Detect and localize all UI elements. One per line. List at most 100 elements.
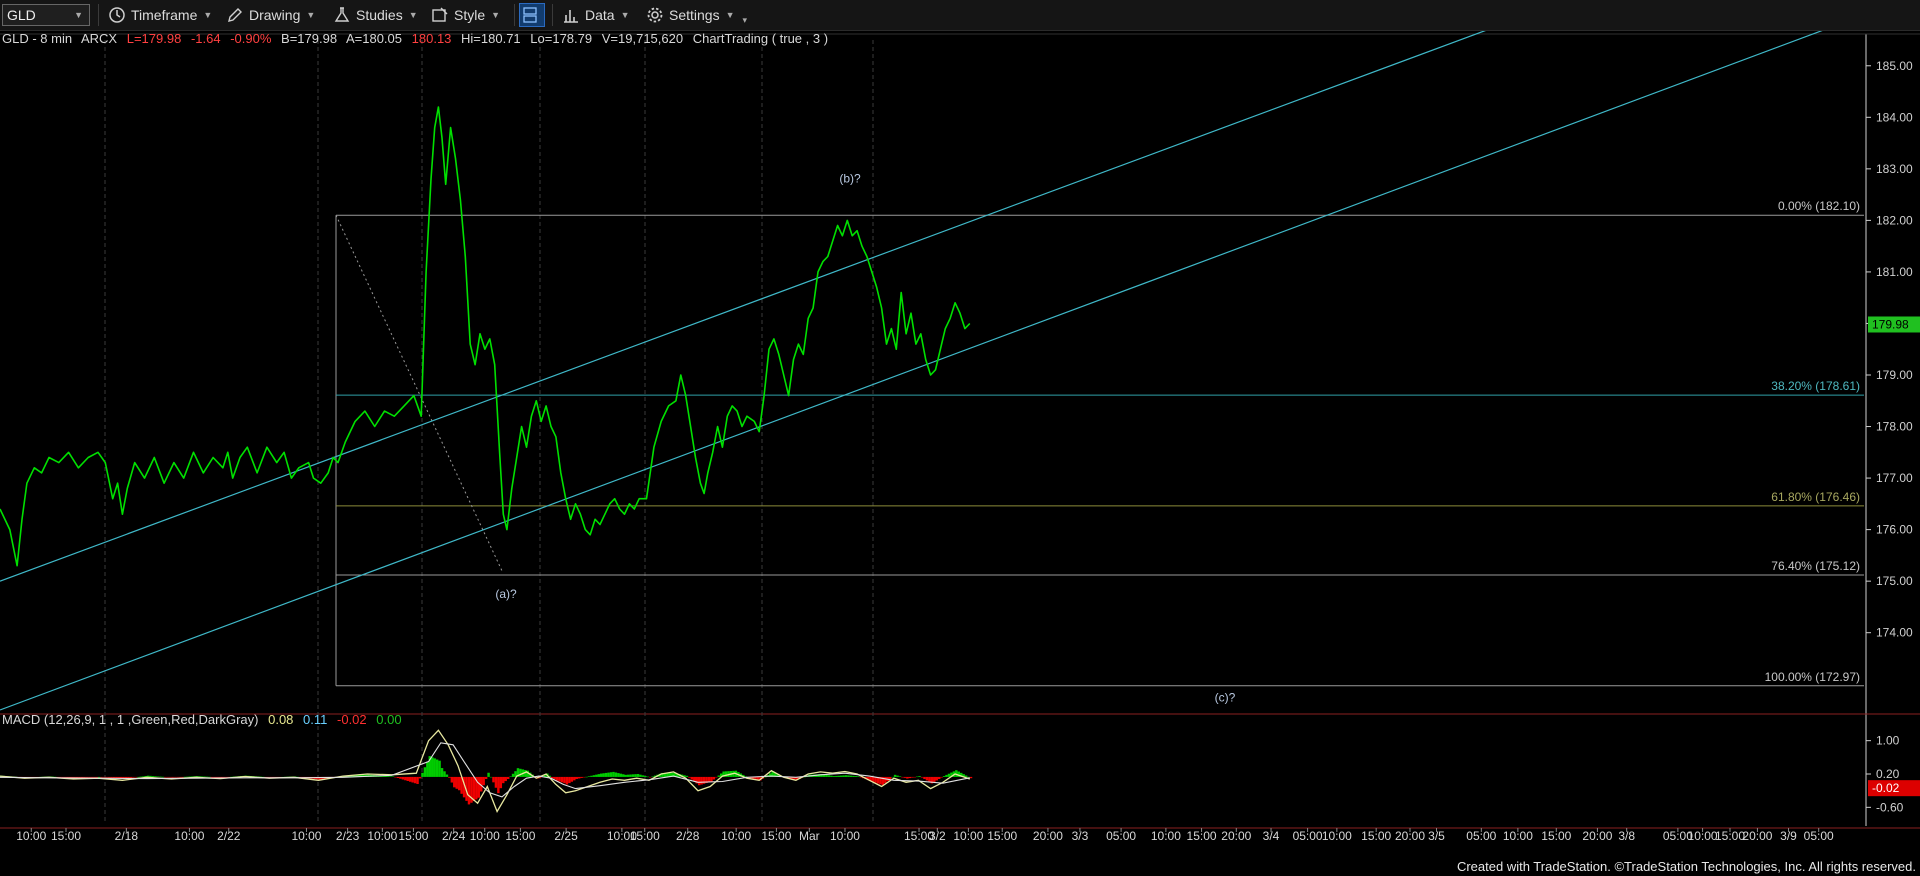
flask-icon [334, 7, 350, 22]
macd-histogram-bar [401, 776, 405, 780]
macd-histogram-bar [901, 776, 904, 778]
timeframe-label: Timeframe [131, 7, 198, 23]
macd-line [0, 729, 971, 813]
price-series-line [0, 106, 971, 567]
macd-histogram-bar [389, 776, 392, 777]
macd-histogram-bar [499, 776, 503, 789]
macd-histogram-bar [406, 776, 409, 781]
macd-histogram-bar [110, 776, 113, 778]
drawing-button[interactable]: Drawing ▼ [226, 4, 315, 26]
macd-histogram-bar [100, 776, 103, 778]
macd-histogram-bar [102, 776, 106, 778]
macd-histogram-bar [222, 776, 226, 778]
macd-histogram-bar [440, 768, 444, 777]
time-tick-label: 10:00 [470, 829, 500, 843]
macd-histogram-bar [837, 775, 840, 777]
macd-histogram-bar [587, 776, 591, 777]
settings-label: Settings [669, 7, 720, 23]
macd-histogram-bar [607, 772, 610, 777]
macd-histogram-bar [208, 776, 211, 778]
macd-histogram-bar [898, 776, 902, 777]
macd-histogram-bar [617, 773, 620, 777]
header-symbol: GLD - 8 min [2, 31, 73, 46]
macd-histogram-bar [203, 776, 206, 778]
style-label: Style [454, 7, 486, 23]
macd-histogram-bar [504, 776, 507, 782]
macd-histogram-bar [450, 776, 454, 783]
data-button[interactable]: Data ▼ [562, 4, 630, 26]
macd-histogram-bar [107, 776, 111, 778]
price-chart[interactable]: 185.00184.00183.00182.00181.00180.00179.… [0, 0, 1920, 876]
macd-histogram-bar [553, 776, 556, 780]
macd-histogram-bar [717, 775, 720, 777]
macd-histogram-bar [484, 776, 488, 779]
macd-histogram-bar [555, 776, 559, 781]
time-tick-label: 10:00 [721, 829, 751, 843]
macd-histogram-bar [443, 771, 446, 777]
macd-histogram-bar [575, 776, 578, 779]
settings-button[interactable]: Settings ▼ ▾ [646, 4, 747, 26]
time-tick-label: 3/2 [929, 829, 946, 843]
macd-histogram-bar [913, 776, 916, 778]
time-tick-label: 20:00 [1221, 829, 1251, 843]
time-tick-label: 3/3 [1072, 829, 1089, 843]
chevron-down-icon[interactable]: ▼ [74, 10, 83, 20]
overflow-caret-icon[interactable]: ▾ [743, 15, 748, 26]
macd-histogram-bar [592, 775, 596, 777]
bar-chart-icon [564, 10, 578, 23]
macd-histogram-bar [181, 776, 184, 778]
macd-histogram-bar [646, 776, 649, 778]
data-label: Data [585, 7, 615, 23]
macd-histogram-bar [969, 776, 973, 779]
time-tick-label: 05:00 [1466, 829, 1496, 843]
fib-level-label: 61.80% (176.46) [1771, 490, 1860, 504]
macd-histogram-bar [394, 776, 397, 778]
symbol-input[interactable]: GLD ▼ [2, 4, 90, 26]
fib-level-label: 0.00% (182.10) [1778, 199, 1860, 213]
time-tick-label: 05:00 [1106, 829, 1136, 843]
time-tick-label: 15:00 [1187, 829, 1217, 843]
macd-histogram-bar [840, 775, 843, 777]
macd-histogram-bar [88, 776, 91, 778]
macd-label: MACD (12,26,9, 1 , 1 ,Green,Red,DarkGray… [2, 712, 259, 727]
macd-histogram-bar [457, 776, 461, 791]
macd-histogram-bar [413, 776, 417, 784]
macd-histogram-bar [433, 758, 436, 777]
chart-layout-button[interactable] [519, 3, 545, 27]
macd-histogram-bar [570, 776, 574, 782]
macd-histogram-bar [191, 776, 194, 777]
chevron-down-icon: ▼ [203, 10, 213, 20]
time-tick-label: 05:00 [1804, 829, 1834, 843]
timeframe-button[interactable]: Timeframe ▼ [108, 4, 212, 26]
macd-histogram-bar [595, 774, 598, 777]
macd-histogram-bar [418, 776, 422, 779]
macd-histogram-bar [614, 772, 618, 777]
price-tick-label: 177.00 [1876, 471, 1913, 485]
time-tick-label: 10:00 [367, 829, 397, 843]
macd-histogram-bar [639, 774, 642, 777]
studies-button[interactable]: Studies ▼ [333, 4, 418, 26]
macd-histogram-bar [945, 774, 948, 777]
time-tick-label: 10:00 [953, 829, 983, 843]
time-tick-label: 10:00 [1151, 829, 1181, 843]
macd-histogram-bar [644, 776, 647, 777]
fib-trend-line [335, 215, 503, 572]
macd-histogram-bar [908, 776, 912, 779]
style-button[interactable]: Style ▼ [431, 4, 500, 26]
pencil-icon [228, 8, 242, 22]
macd-histogram-bar [416, 776, 419, 784]
time-tick-label: 10:00 [1322, 829, 1352, 843]
macd-histogram-bar [844, 775, 848, 777]
price-tick-label: 175.00 [1876, 574, 1913, 588]
macd-histogram-bar [161, 776, 165, 778]
toolbar-divider [552, 4, 553, 26]
macd-histogram-bar [942, 776, 946, 777]
macd-hist-tag-label: -0.02 [1872, 781, 1900, 795]
macd-histogram-bar [893, 774, 897, 777]
gear-icon [647, 7, 663, 23]
macd-histogram-bar [947, 773, 951, 777]
macd-histogram-bar [935, 776, 938, 781]
macd-histogram-bar [940, 776, 943, 778]
header-bid: B=179.98 [281, 31, 338, 46]
macd-histogram-bar [624, 774, 627, 777]
